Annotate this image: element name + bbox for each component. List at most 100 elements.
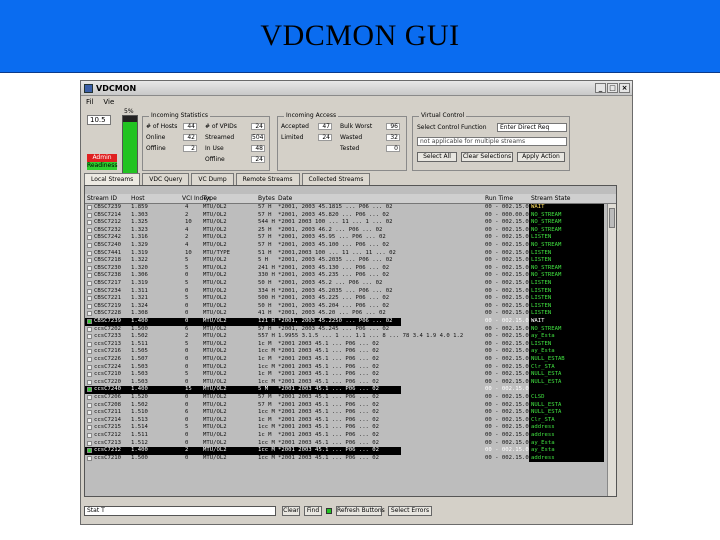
row-checkbox[interactable] (87, 372, 92, 378)
maximize-button[interactable]: □ (607, 83, 618, 93)
vc-hint-field[interactable]: not applicable for multiple streams (417, 137, 567, 146)
row-checkbox[interactable] (87, 448, 92, 454)
table-row[interactable]: ccsC7240 1.400 15 MTU/OL2 5 M *2001 2003 45.1… (85, 386, 616, 394)
table-row[interactable]: CBSC7228 1.308 0 MTU/OL2 41 H *2001, 2003 45.… (85, 310, 616, 318)
scroll-thumb[interactable] (609, 208, 615, 228)
table-row[interactable]: ccsC7213 1.512 0 MTU/OL2 1cc M *2001 2003 45.… (85, 439, 616, 448)
table-row[interactable]: ccsC7202 1.500 6 MTU/OL2 57 H *2001, 2003 45.… (85, 325, 616, 334)
row-checkbox[interactable] (87, 311, 92, 317)
row-checkbox[interactable] (87, 235, 92, 241)
table-row[interactable]: CBSC7240 1.329 4 MTU/OL2 57 H *2001, 2003 45.… (85, 242, 616, 250)
table-row[interactable]: CBSC7218 1.322 5 MTU/OL2 5 H *2001, 2003 45.2… (85, 257, 616, 265)
tab-local-streams[interactable]: Local Streams (84, 173, 141, 185)
table-row[interactable]: ccsC7213 1.511 5 MTU/OL2 1c M *2001 2003 45.1… (85, 340, 616, 349)
row-checkbox[interactable] (87, 379, 92, 385)
row-checkbox[interactable] (87, 212, 92, 218)
table-scrollbar[interactable] (607, 204, 616, 496)
close-button[interactable]: × (619, 83, 630, 93)
table-row[interactable]: ccsC7210 1.503 5 MTU/OL2 1c M *2001 2003 45.1… (85, 371, 616, 379)
col-stream-state[interactable]: Stream State (531, 195, 571, 202)
row-checkbox[interactable] (87, 288, 92, 294)
table-row[interactable]: ccsC7208 1.502 0 MTU/OL2 57 M *2001 2003 45.1… (85, 401, 616, 410)
table-row[interactable]: CBSC7234 1.311 0 MTU/OL2 334 H *2001, 2003 45… (85, 287, 616, 296)
table-row[interactable]: ccsC7224 1.503 0 MTU/OL2 1cc M *2001 2003 45.… (85, 363, 616, 372)
table-row[interactable]: ccsC7220 1.503 0 MTU/OL2 1cc M *2001 2003 45.… (85, 378, 616, 387)
cell-vci: 0 (185, 439, 189, 446)
row-checkbox[interactable] (87, 258, 92, 264)
row-checkbox[interactable] (87, 410, 92, 416)
refresh-buttons-button[interactable]: Refresh Buttons (336, 506, 385, 516)
table-row[interactable]: CBSC7214 1.303 2 MTU/OL2 57 H *2001, 2003 45.… (85, 211, 616, 220)
table-row[interactable]: ccsC7211 1.510 6 MTU/OL2 1cc M *2001 2003 45.… (85, 409, 616, 417)
table-row[interactable]: ccsC7210 1.500 0 MTU/OL2 1cc M *2001 2003 45.… (85, 454, 616, 463)
row-checkbox[interactable] (87, 319, 92, 324)
row-checkbox[interactable] (87, 334, 92, 340)
row-checkbox[interactable] (87, 455, 92, 461)
col-stream-id[interactable]: Stream ID (87, 195, 117, 202)
row-checkbox[interactable] (87, 205, 92, 210)
row-checkbox[interactable] (87, 425, 92, 431)
row-checkbox[interactable] (87, 265, 92, 271)
tab-remote-streams[interactable]: Remote Streams (235, 173, 300, 185)
table-row[interactable]: ccsC7206 1.520 0 MTU/OL2 57 M *2001 2003 45.1… (85, 394, 616, 402)
find-button[interactable]: Find (304, 506, 322, 516)
row-checkbox[interactable] (87, 250, 92, 256)
row-checkbox[interactable] (87, 417, 92, 423)
window-titlebar[interactable]: VDCMON _ □ × (81, 81, 632, 96)
row-checkbox[interactable] (87, 387, 92, 393)
table-row[interactable]: CBSC7219 1.324 0 MTU/OL2 50 H *2001, 2003 45.… (85, 302, 616, 311)
row-checkbox[interactable] (87, 273, 92, 279)
row-checkbox[interactable] (87, 303, 92, 309)
control-function-select[interactable]: Enter Direct Req (497, 123, 567, 132)
col-run-time[interactable]: Run Time (485, 195, 513, 202)
tab-vc-dump[interactable]: VC Dump (191, 173, 234, 185)
row-checkbox[interactable] (87, 220, 92, 226)
row-checkbox[interactable] (87, 440, 92, 446)
clear-button[interactable]: Clear (282, 506, 300, 516)
row-checkbox[interactable] (87, 341, 92, 347)
row-checkbox[interactable] (87, 357, 92, 362)
table-row[interactable]: CBSC7242 1.316 2 MTU/OL2 57 H *2001, 2003 45.… (85, 234, 616, 242)
row-checkbox[interactable] (87, 433, 92, 438)
row-checkbox[interactable] (87, 364, 92, 370)
table-row[interactable]: ccsC7233 1.502 2 MTU/OL2 557 H 1.9955 3.1.5 .… (85, 333, 616, 341)
table-row[interactable]: ccsC7214 1.513 0 MTU/OL2 1c M *2001 2003 45.1… (85, 416, 616, 425)
col-bytes[interactable]: Bytes (258, 195, 275, 202)
row-checkbox[interactable] (87, 395, 92, 400)
row-checkbox[interactable] (87, 296, 92, 302)
table-row[interactable]: CBSC7239 1.400 0 MTU/OL2 121 H *2001, 2003 45… (85, 318, 616, 326)
table-row[interactable]: CBSC7441 1.319 10 MTU/TYPE 51 H *2001,2003 10… (85, 249, 616, 258)
table-row[interactable]: CBSC7212 1.325 10 MTU/OL2 544 H *2001 2003 10… (85, 219, 616, 227)
menu-view[interactable]: Vie (103, 98, 114, 106)
table-row[interactable]: ccsC7216 1.505 0 MTU/OL2 1cc M *2001 2003 45.… (85, 348, 616, 356)
tab-collected-streams[interactable]: Collected Streams (301, 173, 371, 185)
row-checkbox[interactable] (87, 227, 92, 233)
apply-action-button[interactable]: Apply Action (517, 152, 565, 162)
filter-input[interactable]: Stat T (84, 506, 276, 516)
table-row[interactable]: ccsC7212 1.511 0 MTU/OL2 1c M *2001 2003 45.1… (85, 432, 616, 440)
row-checkbox[interactable] (87, 281, 92, 286)
table-row[interactable]: CBSC7239 1.859 4 MTU/OL2 57 H *2001, 2003 45.… (85, 204, 616, 212)
col-type[interactable]: Type (203, 195, 217, 202)
select-all-button[interactable]: Select All (417, 152, 457, 162)
row-checkbox[interactable] (87, 243, 92, 248)
row-checkbox[interactable] (87, 349, 92, 355)
clear-selections-button[interactable]: Clear Selections (461, 152, 513, 162)
table-row[interactable]: ccsC7215 1.514 5 MTU/OL2 1cc M *2001 2003 45.… (85, 424, 616, 432)
col-date[interactable]: Date (278, 195, 292, 202)
tab-vdc-query[interactable]: VDC Query (142, 173, 190, 185)
col-host[interactable]: Host (131, 195, 145, 202)
menu-file[interactable]: Fil (86, 98, 93, 106)
table-row[interactable]: ccsC7226 1.507 0 MTU/OL2 1c M *2001 2003 45.1… (85, 356, 616, 364)
table-row[interactable]: CBSC7238 1.306 0 MTU/OL2 330 H *2001, 2003 45… (85, 272, 616, 280)
row-checkbox[interactable] (87, 402, 92, 408)
table-row[interactable]: CBSC7232 1.323 4 MTU/OL2 25 H *2001, 2003 46.… (85, 226, 616, 235)
table-row[interactable]: ccsC7212 1.400 2 MTU/OL2 1cc M *2001 2003 45.… (85, 447, 616, 455)
select-errors-button[interactable]: Select Errors (388, 506, 432, 516)
table-row[interactable]: CBSC7217 1.319 5 MTU/OL2 50 H *2001, 2003 45.… (85, 280, 616, 288)
minimize-button[interactable]: _ (595, 83, 606, 93)
row-checkbox[interactable] (87, 326, 92, 332)
table-row[interactable]: CBSC7230 1.320 5 MTU/OL2 241 H *2001, 2003 45… (85, 264, 616, 273)
table-row[interactable]: CBSC7221 1.321 5 MTU/OL2 500 H *2001, 2003 45… (85, 295, 616, 303)
refresh-field[interactable]: 10.5 (87, 115, 111, 125)
